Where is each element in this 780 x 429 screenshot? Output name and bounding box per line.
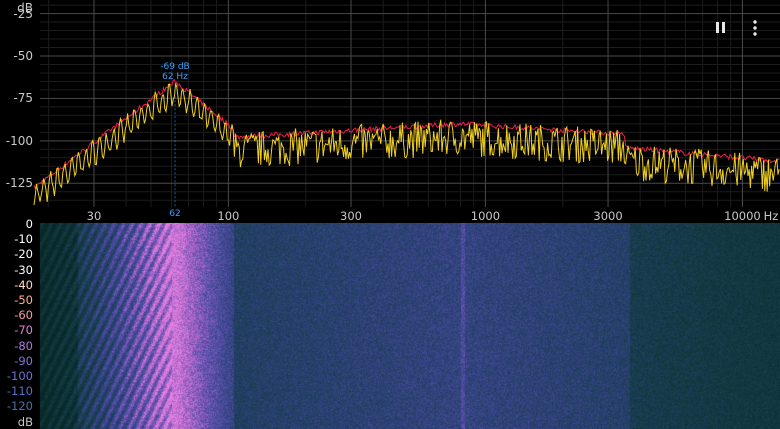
spectrogram-level-label: -110 [6,384,33,399]
spectrogram-level-label: -40 [14,277,33,292]
peak-db-label: -69 dB [160,62,190,73]
spectrum-background [0,0,780,223]
spectrum-y-tick: -100 [5,133,33,148]
spectrogram-level-label: -20 [14,247,33,262]
spectrum-x-tick: 300 [340,209,362,223]
pause-button[interactable] [712,20,730,36]
more-options-button[interactable] [748,19,762,37]
spectrogram-level-label: 0 [25,217,33,231]
spectrum-x-unit: Hz [763,209,779,223]
spectrogram-level-label: -30 [14,262,33,277]
spectrogram-level-label: -60 [14,308,33,323]
spectrogram-waterfall[interactable] [40,223,780,429]
spectrogram-level-label: -100 [6,369,33,383]
spectrum-x-tick: 100 [217,209,240,223]
spectrogram-level-label: -80 [14,338,33,353]
spectrum-plot[interactable] [0,0,780,223]
spectrum-y-tick: -25 [13,6,33,21]
spectrogram-level-label: -10 [14,232,33,247]
peak-marker-freq-label: 62 [169,209,181,219]
spectrum-x-tick: 3000 [593,209,623,223]
spectrum-x-tick: 30 [86,209,102,223]
spectrum-x-tick: 10000 [724,209,761,223]
spectrogram-level-label: -70 [14,323,33,338]
spectrogram-level-label: -120 [6,399,33,414]
spectrum-y-tick: -125 [5,176,33,191]
spectrum-y-tick: -50 [13,48,33,63]
more-vert-icon [753,20,757,36]
spectrogram-level-label: -50 [14,293,33,307]
spectrum-y-tick: -75 [13,91,33,106]
pause-icon [716,22,725,33]
spectrum-x-tick: 1000 [470,209,501,223]
peak-hz-label: 62 Hz [162,72,188,83]
spectrum-analyzer-app: dB -25 -50 -75 -100 -125 Hz 30 100 300 1000 3000… [0,0,780,429]
spectrogram-level-label: -90 [14,353,33,368]
spectrogram-y-unit: dB [17,415,33,429]
